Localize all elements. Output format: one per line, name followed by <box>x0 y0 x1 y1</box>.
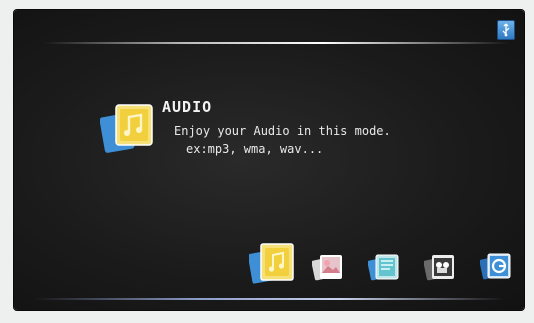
photo-mode-icon[interactable] <box>312 251 344 283</box>
mode-title: AUDIO <box>162 98 213 116</box>
device-screen: AUDIO Enjoy your Audio in this mode. ex:… <box>14 10 524 310</box>
video-mode-icon[interactable] <box>424 251 456 283</box>
audio-icon-large <box>99 103 156 155</box>
mode-description: Enjoy your Audio in this mode. <box>174 124 391 138</box>
ebook-mode-icon[interactable] <box>368 251 400 283</box>
setup-mode-icon[interactable] <box>480 250 512 282</box>
top-divider <box>44 42 509 44</box>
audio-mode-icon[interactable] <box>249 242 297 286</box>
usb-icon[interactable] <box>497 20 515 40</box>
mode-example: ex:mp3, wma, wav... <box>186 142 324 156</box>
bottom-divider <box>34 298 504 300</box>
